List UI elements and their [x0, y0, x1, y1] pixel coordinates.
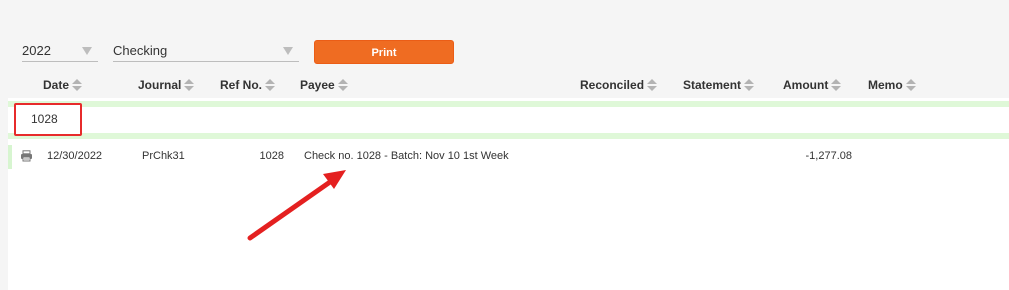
- column-label: Payee: [300, 78, 335, 92]
- column-header-memo[interactable]: Memo: [868, 78, 916, 92]
- year-select[interactable]: 2022: [22, 40, 98, 62]
- column-header-journal[interactable]: Journal: [138, 78, 195, 92]
- row-ref-no: 1028: [259, 150, 284, 162]
- printer-icon[interactable]: [20, 150, 33, 162]
- filter-row: [8, 101, 1009, 139]
- row-journal: PrChk31: [142, 150, 185, 162]
- column-label: Date: [43, 78, 70, 92]
- column-label: Memo: [868, 78, 903, 92]
- column-header-amount[interactable]: Amount: [783, 78, 842, 92]
- chevron-down-icon: [82, 46, 92, 55]
- sort-icon: [337, 79, 348, 91]
- sort-icon: [647, 79, 658, 91]
- column-label: Reconciled: [580, 78, 645, 92]
- column-header-reconciled[interactable]: Reconciled: [580, 78, 658, 92]
- column-label: Ref No.: [220, 78, 262, 92]
- row-date: 12/30/2022: [47, 150, 103, 162]
- column-header-statement[interactable]: Statement: [683, 78, 755, 92]
- account-select-value: Checking: [113, 42, 168, 58]
- print-button[interactable]: Print: [314, 40, 454, 64]
- sort-icon: [905, 79, 916, 91]
- table-row[interactable]: 12/30/2022 PrChk31 1028 Check no. 1028 -…: [8, 145, 1009, 169]
- row-payee: Check no. 1028 - Batch: Nov 10 1st Week: [304, 150, 509, 162]
- year-select-value: 2022: [22, 42, 51, 58]
- account-select[interactable]: Checking: [113, 40, 299, 62]
- column-label: Journal: [138, 78, 182, 92]
- column-header-payee[interactable]: Payee: [300, 78, 348, 92]
- column-label: Amount: [783, 78, 829, 92]
- column-label: Statement: [683, 78, 742, 92]
- sort-icon: [265, 79, 275, 91]
- sort-icon: [72, 79, 83, 91]
- sort-icon: [184, 79, 195, 91]
- ref-no-filter-input[interactable]: 1028: [14, 103, 82, 136]
- sort-icon: [744, 79, 755, 91]
- row-amount: -1,277.08: [805, 150, 852, 162]
- column-header-ref-no[interactable]: Ref No.: [220, 78, 275, 92]
- left-strip: [0, 0, 8, 290]
- column-header-date[interactable]: Date: [43, 78, 83, 92]
- chevron-down-icon: [283, 46, 293, 55]
- sort-icon: [831, 79, 842, 91]
- page: 2022 Checking Print Date Journal Ref No.…: [0, 0, 1009, 290]
- table-header: Date Journal Ref No. Payee Reconciled St…: [0, 75, 1009, 97]
